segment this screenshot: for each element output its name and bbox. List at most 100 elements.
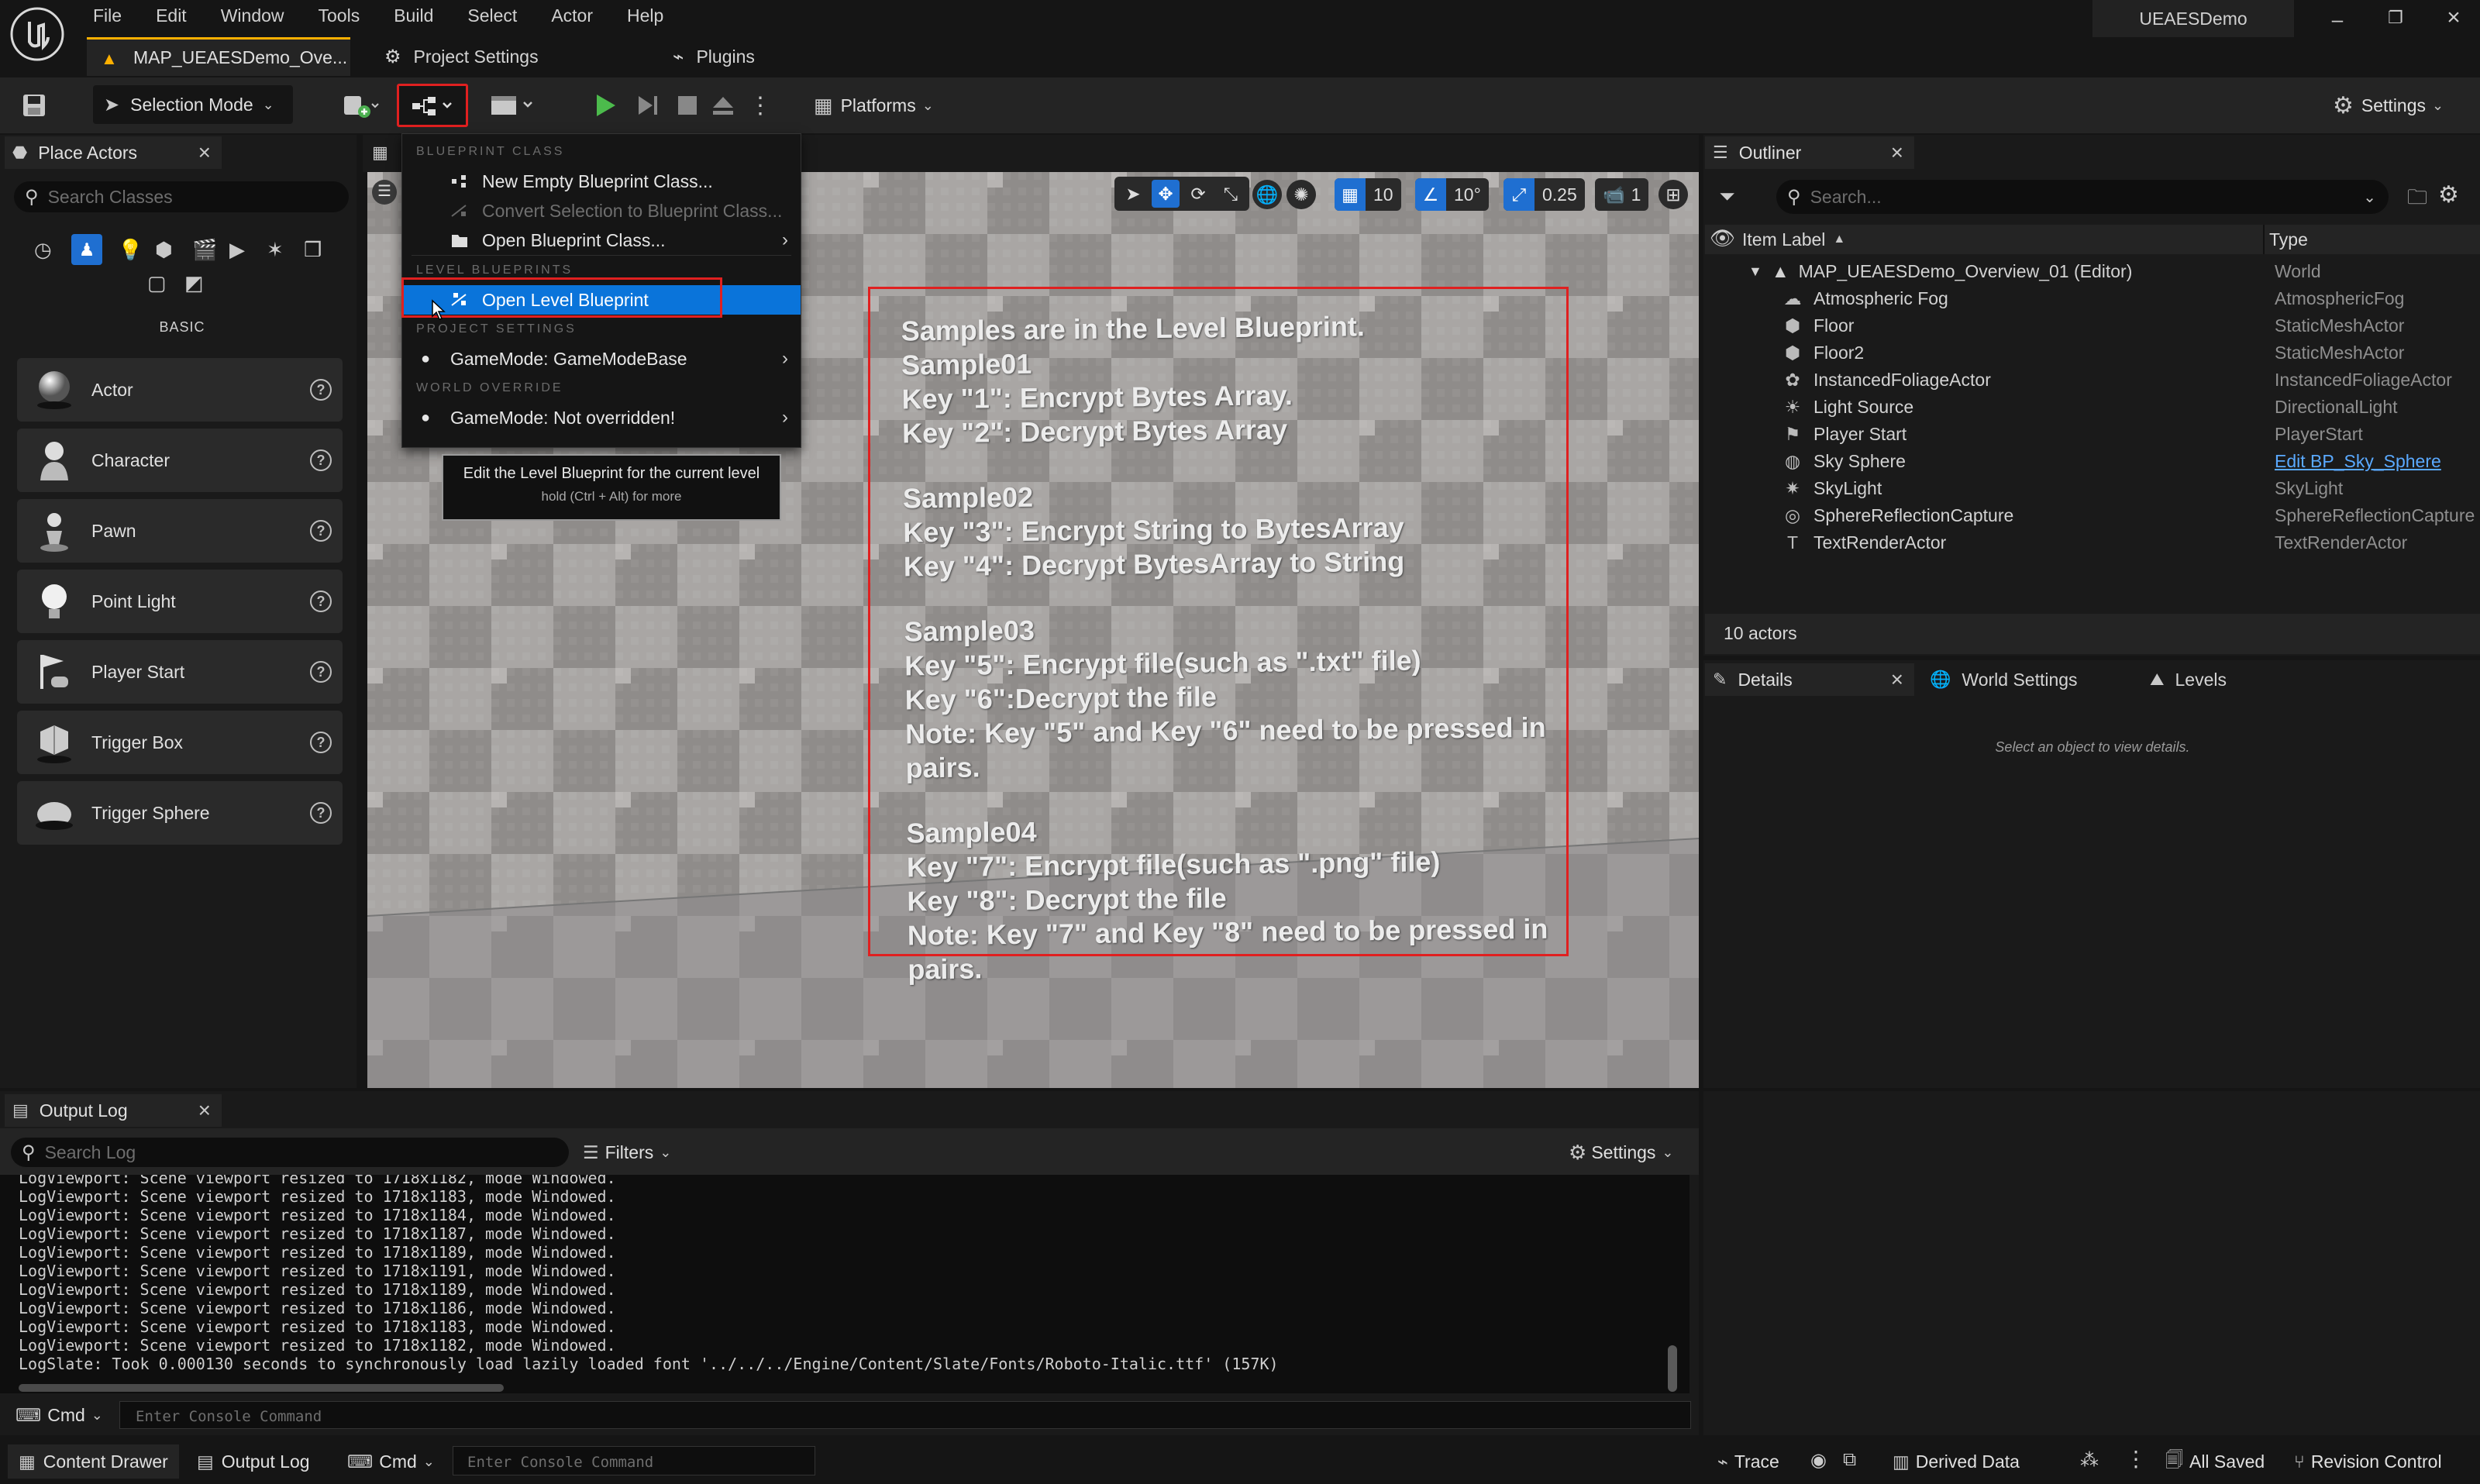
surface-snap-icon[interactable]: ✺ [1286,180,1316,209]
visual-effects-icon[interactable]: ▶ [229,238,251,262]
trace-button[interactable]: ⌁ Trace [1717,1444,1779,1479]
open-blueprint-class-item[interactable]: Open Blueprint Class... › [402,226,801,255]
outliner-row[interactable]: ⚑ Player Start [1782,421,1906,448]
cinematics-button[interactable] [482,81,544,130]
new-empty-blueprint-item[interactable]: New Empty Blueprint Class... [402,167,801,196]
menu-edit[interactable]: Edit [139,0,204,31]
eject-icon[interactable] [704,81,742,130]
place-actor-item[interactable]: Actor ? [17,358,343,422]
place-actors-tab[interactable]: ⬣ Place Actors × [5,136,222,169]
outliner-row[interactable]: ⬢ Floor2 [1782,339,1864,367]
help-icon[interactable]: ? [310,732,332,753]
recent-icon[interactable]: ◷ [34,238,56,262]
step-icon[interactable] [628,81,666,130]
output-log-tab[interactable]: ▤ Output Log × [5,1094,222,1127]
help-icon[interactable]: ? [310,520,332,542]
menu-select[interactable]: Select [450,0,534,31]
filter-icon[interactable]: ⏷ [1719,184,1735,209]
play-icon[interactable] [586,81,625,130]
world-settings-tab[interactable]: 🌐 World Settings [1930,663,2078,696]
console-command-input[interactable]: Enter Console Command [119,1401,1691,1429]
select-mode-icon[interactable]: ➤ [1119,184,1147,205]
gamemode-base-item[interactable]: ● GameMode: GameModeBase › [402,344,801,374]
document-tab-plugins[interactable]: ⌁ Plugins [673,42,755,71]
grid-snap-toggle[interactable]: ▦ 10 [1335,178,1401,211]
outliner-row[interactable]: ✿ InstancedFoliageActor [1782,367,1991,394]
help-icon[interactable]: ? [310,379,332,401]
volumes-icon[interactable]: ❒ [304,238,326,262]
outliner-row[interactable]: ◎ SphereReflectionCapture [1782,502,2013,529]
translate-icon[interactable]: ✥ [1152,180,1180,208]
text-render-actor-box[interactable]: Samples are in the Level Blueprint. Sampl… [868,287,1569,985]
log-vertical-scrollbar[interactable] [1668,1345,1677,1392]
status-cmd-dropdown[interactable]: ⌨ Cmd ⌄ [347,1444,435,1479]
expand-arrow-icon[interactable]: ▼ [1748,263,1762,280]
minimize-button[interactable]: – [2325,8,2350,33]
place-actor-item[interactable]: Pawn ? [17,499,343,563]
type-column-header[interactable]: Type [2269,225,2308,254]
visibility-eye-icon[interactable]: 👁 [1710,226,1735,250]
scale-snap-toggle[interactable]: ⤢ 0.25 [1504,178,1585,211]
screenshot-icon[interactable]: ⧉ [1843,1449,1856,1471]
shapes-icon[interactable]: ⬢ [155,238,177,262]
lights-icon[interactable]: 💡 [118,238,143,262]
viewport-layout-icon[interactable]: ▦ [372,143,388,163]
content-drawer-button[interactable]: ▦ Content Drawer [8,1444,179,1479]
log-horizontal-scrollbar[interactable] [19,1384,504,1392]
camera-speed-button[interactable]: 📹 1 [1595,178,1649,211]
outliner-row[interactable]: ☁ Atmospheric Fog [1782,285,1948,312]
cmd-dropdown[interactable]: ⌨ Cmd ⌄ [16,1401,103,1429]
place-actor-item[interactable]: Trigger Sphere ? [17,781,343,845]
chevron-down-icon[interactable]: ⌄ [2363,188,2376,207]
platforms-dropdown[interactable]: ▦ Platforms ⌄ [814,90,934,121]
close-icon[interactable]: × [1891,140,1903,165]
outliner-search-input[interactable]: ⚲ Search... ⌄ [1776,180,2389,214]
scale-icon[interactable]: ⤡ [1217,184,1245,205]
search-log-input[interactable]: ⚲ Search Log [11,1138,569,1167]
blueprint-dropdown-button[interactable] [397,84,468,127]
log-content[interactable]: LogViewport: Scene viewport resized to 1… [0,1175,1690,1393]
record-icon[interactable]: ◉ [1810,1449,1827,1472]
edit-blueprint-link[interactable]: Edit BP_Sky_Sphere [2275,448,2441,475]
add-actor-button[interactable] [333,81,388,130]
rotate-icon[interactable]: ⟳ [1184,184,1212,205]
stop-icon[interactable] [668,81,707,130]
place-actor-item[interactable]: Player Start ? [17,640,343,704]
viewport-options-icon[interactable]: ☰ [372,180,397,205]
log-settings-dropdown[interactable]: ⚙ Settings ⌄ [1569,1138,1674,1167]
outliner-row[interactable]: ◍ Sky Sphere [1782,448,1906,475]
gear-icon[interactable]: ⚙ [2438,181,2459,208]
close-icon[interactable]: × [198,140,211,165]
selection-mode-dropdown[interactable]: ➤ Selection Mode ⌄ [93,85,293,124]
rotation-snap-toggle[interactable]: ∠ 10° [1415,178,1489,211]
place-actor-item[interactable]: Point Light ? [17,570,343,633]
document-tab-map[interactable]: ▲ MAP_UEAESDemo_Ove... [87,37,350,76]
outliner-row[interactable]: ☀ Light Source [1782,394,1913,421]
geometry-icon[interactable]: ✶ [267,238,288,262]
place-actor-item[interactable]: Character ? [17,429,343,492]
close-icon[interactable]: × [198,1098,211,1123]
outliner-row[interactable]: ⬢ Floor [1782,312,1854,339]
outliner-row[interactable]: ✷ SkyLight [1782,475,1882,502]
document-tab-project-settings[interactable]: ⚙ Project Settings [384,42,539,71]
menu-tools[interactable]: Tools [301,0,377,31]
filters-dropdown[interactable]: ☰ Filters ⌄ [583,1138,671,1167]
more-options-icon[interactable]: ⋮ [749,81,772,130]
all-classes-icon[interactable]: ▢ [147,271,169,295]
menu-file[interactable]: File [76,0,139,31]
close-window-button[interactable]: × [2441,5,2466,30]
place-actor-item[interactable]: Trigger Box ? [17,711,343,774]
network-icon[interactable]: ⁂ [2080,1449,2099,1472]
toolbar-settings-dropdown[interactable]: ⚙ Settings ⌄ [2333,90,2444,121]
save-icon[interactable] [16,81,53,130]
help-icon[interactable]: ? [310,449,332,471]
convert-selection-item[interactable]: Convert Selection to Blueprint Class... [402,196,801,226]
menu-help[interactable]: Help [610,0,680,31]
viewport-layout-toggle-icon[interactable]: ⊞ [1658,180,1688,209]
menu-actor[interactable]: Actor [534,0,610,31]
restore-button[interactable]: ❐ [2383,8,2408,33]
outliner-tab[interactable]: ☰ Outliner × [1705,136,1914,169]
basic-category-icon[interactable]: ♟ [71,234,102,265]
settings-classes-icon[interactable]: ◩ [184,271,206,295]
all-saved-button[interactable]: 🗐 All Saved [2165,1444,2265,1479]
